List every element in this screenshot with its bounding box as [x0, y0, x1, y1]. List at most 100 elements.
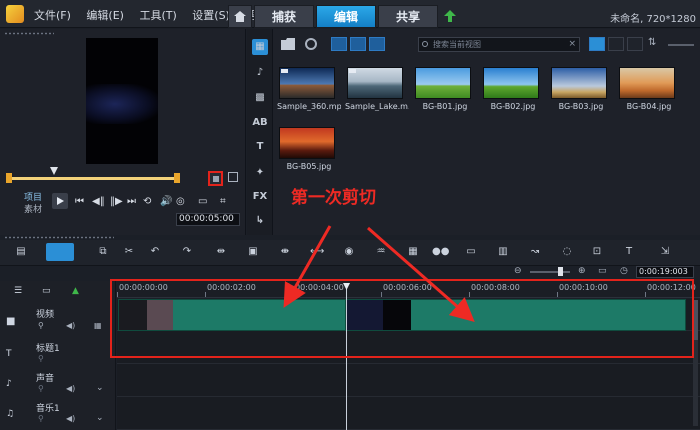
next-frame-icon[interactable]: ‖▶ [110, 196, 123, 207]
aspect-icon[interactable]: ▭ [198, 196, 207, 207]
tab-share[interactable]: 共享 [378, 5, 438, 28]
crop-icon[interactable]: ⌗ [220, 196, 226, 207]
library-item[interactable]: BG-B01.jpg [413, 67, 477, 111]
link-icon[interactable]: ⚲ [38, 414, 44, 423]
trim-icon[interactable]: ⇹ [214, 245, 228, 259]
color-icon[interactable]: ◉ [342, 245, 356, 259]
zoom-in-icon[interactable]: ⊕ [578, 266, 586, 276]
panel-grip[interactable] [4, 32, 54, 35]
loop-icon[interactable]: ◌ [560, 245, 574, 259]
motion-path-icon[interactable]: ↳ [252, 213, 268, 229]
instant-project-icon[interactable]: ♪ [252, 65, 268, 81]
chevron-down-icon[interactable]: ⌄ [96, 383, 104, 393]
subtitle-icon[interactable]: ▭ [464, 245, 478, 259]
split-icon[interactable]: ⇼ [278, 245, 292, 259]
replace-icon[interactable]: ⧉ [96, 245, 110, 259]
view-thumbnail-icon[interactable] [589, 37, 605, 51]
filter-video-icon[interactable] [331, 37, 347, 51]
sort-icon[interactable]: ⇅ [648, 37, 656, 48]
track-manager-icon[interactable]: ☰ [14, 286, 22, 296]
link-icon[interactable]: ⚲ [38, 384, 44, 393]
fit-icon[interactable]: ⊡ [590, 245, 604, 259]
enlarge-icon[interactable] [228, 172, 238, 182]
ab-icon[interactable]: AB [252, 115, 268, 131]
transition-icon[interactable]: ▩ [252, 90, 268, 106]
scrubber-head[interactable] [50, 167, 58, 175]
3d-title-icon[interactable]: T [622, 245, 636, 259]
clear-search-icon[interactable]: × [568, 38, 576, 51]
motion-icon[interactable]: ↝ [528, 245, 542, 259]
library-item[interactable]: Sample_360.mp4 [277, 67, 341, 111]
mute-icon[interactable]: ◀) [66, 321, 75, 330]
filter-photo-icon[interactable] [350, 37, 366, 51]
home-icon [234, 11, 246, 22]
library-item[interactable]: BG-B05.jpg [277, 127, 341, 171]
marker-icon[interactable]: ▲ [72, 286, 79, 296]
undo-icon[interactable]: ↶ [148, 245, 162, 259]
fx-category-icon[interactable]: FX [252, 189, 268, 205]
menu-edit[interactable]: 编辑(E) [86, 9, 124, 22]
trim-start-handle[interactable] [6, 173, 12, 183]
link-icon[interactable]: ⚲ [38, 321, 44, 330]
timeline-view-button[interactable] [46, 243, 74, 261]
view-360-icon[interactable]: ◎ [176, 196, 185, 207]
play-button[interactable] [52, 193, 68, 209]
menu-file[interactable]: 文件(F) [34, 9, 71, 22]
music-track-lane[interactable] [117, 398, 700, 430]
thumbnail-image [483, 67, 539, 99]
folder-icon[interactable] [281, 38, 295, 50]
upload-icon[interactable] [444, 10, 456, 22]
multicam-icon[interactable]: ▦ [406, 245, 420, 259]
mask-icon[interactable]: ●● [432, 245, 449, 259]
gear-icon[interactable] [305, 38, 317, 50]
mute-icon[interactable]: ◀) [66, 384, 75, 393]
menu-tools[interactable]: 工具(T) [139, 9, 176, 22]
mode-clip[interactable]: 素材 [24, 202, 42, 215]
mute-icon[interactable]: ◀) [66, 414, 75, 423]
chapter-icon[interactable]: ▭ [42, 286, 51, 296]
graphics-icon[interactable]: ✦ [252, 165, 268, 181]
prev-frame-icon[interactable]: ◀‖ [92, 196, 105, 207]
filter-audio-icon[interactable] [369, 37, 385, 51]
tools-icon[interactable]: ✂ [122, 245, 136, 259]
menu-settings[interactable]: 设置(S) [192, 9, 230, 22]
preview-timecode[interactable]: 00:00:05:00 [176, 213, 240, 226]
library-item[interactable]: BG-B04.jpg [617, 67, 681, 111]
tab-edit[interactable]: 编辑 [316, 5, 376, 28]
repeat-icon[interactable]: ⟲ [143, 196, 151, 207]
record-icon[interactable]: ▣ [246, 245, 260, 259]
link-icon[interactable]: ⚲ [38, 354, 44, 363]
view-list-icon[interactable] [608, 37, 624, 51]
ripple-edit-icon[interactable]: ▦ [94, 321, 102, 330]
split-clip-button[interactable] [208, 171, 223, 186]
library-item[interactable]: BG-B02.jpg [481, 67, 545, 111]
go-start-icon[interactable]: ⏮ [75, 196, 84, 207]
scrubber-bar[interactable] [8, 177, 178, 180]
tab-capture[interactable]: 捕获 [254, 5, 314, 28]
voice-track-lane[interactable] [117, 365, 700, 397]
zoom-slider-thumb[interactable] [558, 267, 563, 276]
volume-icon[interactable]: 🔊 [160, 196, 172, 207]
home-tab[interactable] [228, 5, 252, 28]
fit-project-icon[interactable]: ▭ [598, 266, 607, 276]
timeline-grip[interactable] [4, 236, 114, 239]
library-item-label: BG-B04.jpg [626, 102, 672, 111]
storyboard-view-icon[interactable]: ▤ [14, 245, 28, 259]
panel-icon[interactable]: ▥ [496, 245, 510, 259]
library-item[interactable]: BG-B03.jpg [549, 67, 613, 111]
go-end-icon[interactable]: ⏭ [127, 196, 136, 207]
title-category-icon[interactable]: T [252, 139, 268, 155]
trim-end-handle[interactable] [174, 173, 180, 183]
search-input[interactable]: 搜索当前视图 × [418, 37, 580, 52]
chevron-down-icon[interactable]: ⌄ [96, 413, 104, 423]
media-category-icon[interactable]: ▦ [252, 39, 268, 55]
zoom-out-icon[interactable]: ⊖ [514, 266, 522, 276]
thumb-size-slider[interactable] [668, 44, 694, 46]
audio-wave-icon[interactable]: ♒ [374, 245, 388, 259]
library-item[interactable]: Sample_Lake.m... [345, 67, 409, 111]
export-icon[interactable]: ⇲ [658, 245, 672, 259]
view-details-icon[interactable] [627, 37, 643, 51]
zoom-slider[interactable] [530, 271, 570, 273]
redo-icon[interactable]: ↷ [180, 245, 194, 259]
ripple-icon[interactable]: ⟷ [310, 245, 324, 259]
